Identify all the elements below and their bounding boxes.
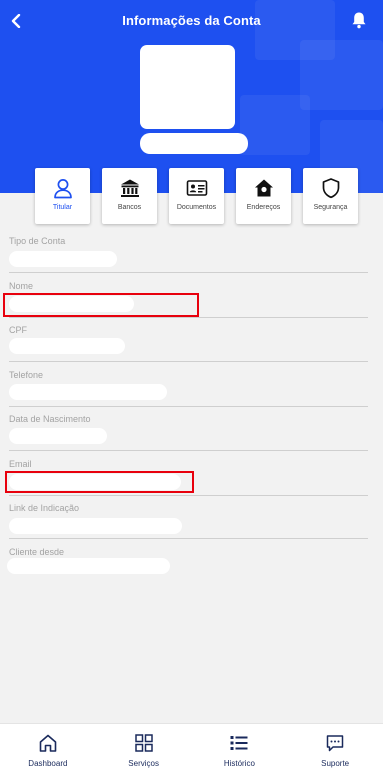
- field-divider: [9, 272, 368, 273]
- notifications-button[interactable]: [350, 11, 368, 29]
- field-label: Data de Nascimento: [9, 414, 91, 424]
- tab-titular[interactable]: Titular: [35, 168, 90, 224]
- tab-enderecos[interactable]: Endereços: [236, 168, 291, 224]
- field-divider: [9, 495, 368, 496]
- field-value-redacted: [9, 428, 107, 444]
- tab-documentos[interactable]: Documentos: [169, 168, 224, 224]
- chat-icon: [326, 735, 344, 752]
- field-divider: [9, 406, 368, 407]
- field-referral-link: Link de Indicação: [9, 503, 368, 541]
- background-tile: [300, 40, 383, 110]
- background-tile: [240, 95, 310, 155]
- field-value-redacted: [9, 384, 167, 400]
- field-value-redacted: [9, 518, 182, 534]
- grid-icon: [134, 734, 153, 752]
- tab-label: Bancos: [117, 204, 142, 211]
- field-phone: Telefone: [9, 370, 368, 408]
- nav-servicos[interactable]: Serviços: [96, 724, 192, 777]
- page-title: Informações da Conta: [122, 13, 261, 28]
- nav-label: Dashboard: [28, 759, 68, 768]
- field-label: CPF: [9, 325, 27, 335]
- shield-icon: [322, 178, 339, 199]
- nav-label: Serviços: [128, 759, 159, 768]
- nav-label: Histórico: [223, 759, 255, 768]
- nav-dashboard[interactable]: Dashboard: [0, 724, 96, 777]
- tab-label: Endereços: [246, 204, 281, 211]
- highlight-box-email: [5, 471, 194, 493]
- bell-icon: [352, 12, 366, 29]
- bank-icon: [120, 179, 139, 197]
- field-label: Tipo de Conta: [9, 236, 66, 246]
- field-label: Link de Indicação: [9, 503, 80, 513]
- field-value-redacted: [9, 338, 125, 354]
- home-outline-icon: [39, 734, 57, 752]
- field-value-redacted: [7, 558, 170, 574]
- tab-label: Segurança: [313, 204, 348, 211]
- tab-seguranca[interactable]: Segurança: [303, 168, 358, 224]
- field-birth-date: Data de Nascimento: [9, 414, 368, 452]
- avatar: [140, 45, 235, 129]
- field-account-type: Tipo de Conta: [9, 236, 368, 274]
- field-value-redacted: [9, 251, 117, 267]
- field-divider: [9, 361, 368, 362]
- field-label: Nome: [9, 281, 34, 291]
- bottom-navigation: Dashboard Serviços Histórico Suporte: [0, 723, 383, 777]
- field-divider: [9, 538, 368, 539]
- field-client-since: Cliente desde: [7, 547, 368, 585]
- field-divider: [9, 450, 368, 451]
- account-name-redacted: [140, 133, 248, 154]
- field-label: Cliente desde: [9, 547, 65, 557]
- home-icon: [254, 179, 273, 197]
- field-divider: [9, 317, 368, 318]
- tab-label: Documentos: [176, 204, 217, 211]
- account-tabs: Titular Bancos Documentos Endereços Segu…: [35, 168, 358, 224]
- field-label: Email: [9, 459, 32, 469]
- field-label: Telefone: [9, 370, 44, 380]
- nav-suporte[interactable]: Suporte: [287, 724, 383, 777]
- nav-label: Suporte: [321, 759, 350, 768]
- tab-label: Titular: [52, 204, 73, 211]
- nav-historico[interactable]: Histórico: [192, 724, 288, 777]
- list-icon: [230, 736, 248, 750]
- account-header: Informações da Conta: [0, 0, 383, 193]
- highlight-box-name: [3, 293, 199, 317]
- id-card-icon: [186, 180, 207, 196]
- user-icon: [53, 179, 72, 199]
- field-cpf: CPF: [9, 325, 368, 363]
- tab-bancos[interactable]: Bancos: [102, 168, 157, 224]
